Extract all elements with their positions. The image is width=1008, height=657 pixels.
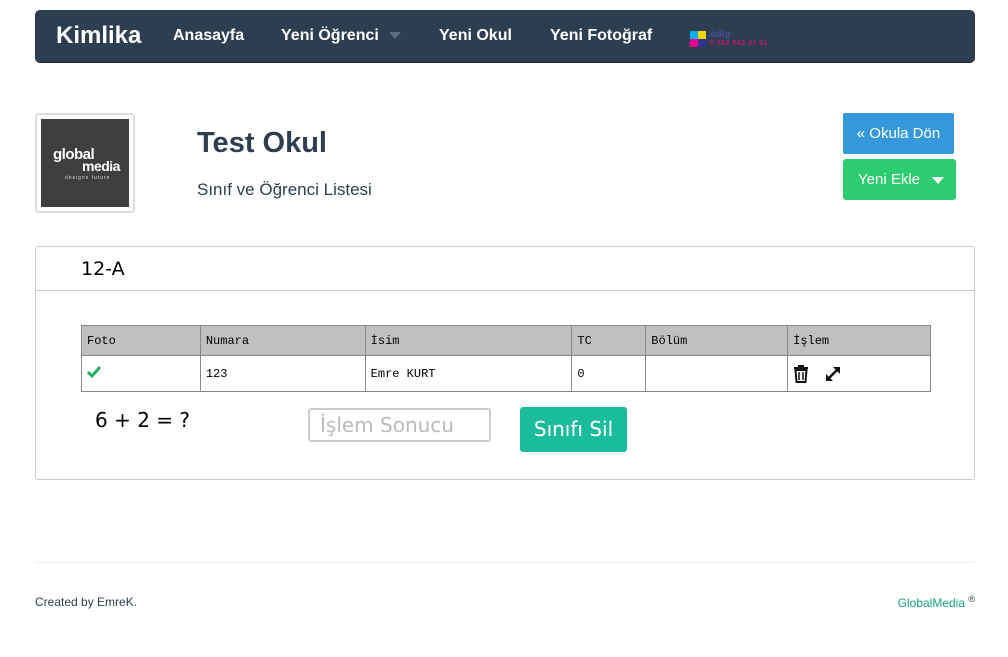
footer-brand-label: GlobalMedia: [897, 596, 966, 610]
class-panel-header: 12-A: [36, 247, 974, 291]
table-header-row: Foto Numara İsim TC Bölüm İşlem: [81, 325, 931, 356]
top-navbar: Kimlika Anasayfa Yeni Öğrenci Yeni Okul …: [35, 10, 975, 63]
registered-mark: ®: [968, 594, 975, 604]
cell-photo: [81, 355, 201, 392]
cell-department: [645, 355, 789, 392]
sponsor-logo[interactable]: adig 0 362 542 41 51: [690, 28, 806, 50]
footer-credit: Created by EmreK.: [35, 595, 138, 609]
class-title: 12-A: [81, 258, 125, 280]
cell-tc: 0: [571, 355, 647, 392]
school-logo-image: global media designs future: [41, 119, 129, 207]
nav-new-student-label: Yeni Öğrenci: [281, 27, 379, 44]
expand-icon[interactable]: [824, 365, 842, 383]
cell-name: Emre KURT: [364, 355, 573, 392]
cell-number: 123: [199, 355, 366, 392]
page-title: Test Okul: [197, 127, 327, 159]
column-header-name: İsim: [364, 325, 573, 356]
nav-new-photo[interactable]: Yeni Fotoğraf: [550, 27, 652, 45]
nav-new-student[interactable]: Yeni Öğrenci: [281, 27, 401, 45]
column-header-department: Bölüm: [645, 325, 789, 356]
delete-class-button[interactable]: Sınıfı Sil: [520, 407, 627, 452]
nav-new-school[interactable]: Yeni Okul: [439, 27, 512, 45]
brand-logo[interactable]: Kimlika: [56, 22, 141, 50]
footer-brand-link[interactable]: GlobalMedia ®: [898, 594, 975, 610]
column-header-photo: Foto: [81, 325, 201, 356]
class-panel: 12-A Foto Numara İsim TC Bölüm İşlem 123…: [35, 246, 975, 480]
add-new-dropdown-button[interactable]: Yeni Ekle: [843, 159, 956, 200]
footer-divider: [35, 562, 975, 563]
table-row: 123 Emre KURT 0: [81, 355, 931, 392]
school-logo: global media designs future: [35, 113, 135, 213]
column-header-action: İşlem: [787, 325, 931, 356]
check-icon: [86, 365, 102, 378]
sponsor-logo-text: adig: [710, 29, 731, 40]
students-table: Foto Numara İsim TC Bölüm İşlem 123 Emre…: [81, 325, 931, 392]
trash-icon[interactable]: [793, 364, 809, 383]
column-header-tc: TC: [571, 325, 647, 356]
cell-actions: [787, 355, 931, 392]
caret-down-icon: [932, 176, 944, 184]
back-to-school-button[interactable]: « Okula Dön: [843, 113, 954, 154]
nav-home[interactable]: Anasayfa: [173, 27, 244, 45]
captcha-result-input[interactable]: [308, 408, 491, 442]
add-new-label: Yeni Ekle: [858, 171, 920, 188]
captcha-question: 6 + 2 = ?: [95, 408, 191, 432]
column-header-number: Numara: [199, 325, 366, 356]
chevron-down-icon: [388, 32, 401, 40]
page-subtitle: Sınıf ve Öğrenci Listesi: [197, 180, 372, 199]
sponsor-logo-phone: 0 362 542 41 51: [710, 40, 769, 47]
